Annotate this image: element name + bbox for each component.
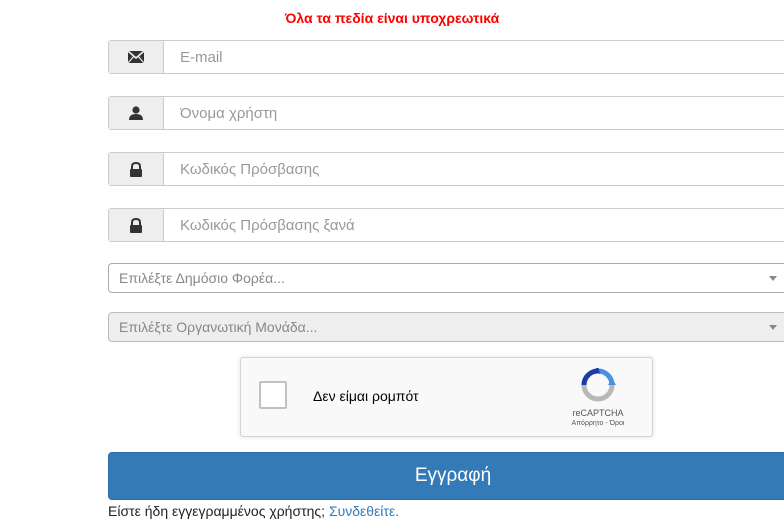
email-input[interactable] [164, 41, 784, 73]
lock-icon [109, 209, 164, 241]
public-body-select[interactable]: Επιλέξτε Δημόσιο Φορέα... [108, 263, 784, 293]
envelope-icon [109, 41, 164, 73]
password-field-group [108, 152, 784, 186]
public-body-select-value: Επιλέξτε Δημόσιο Φορέα... [119, 270, 285, 286]
org-unit-select-value: Επιλέξτε Οργανωτική Μονάδα... [119, 319, 318, 335]
username-field-group [108, 96, 784, 130]
login-prompt: Είστε ήδη εγγεγραμμένος χρήστης; Συνδεθε… [108, 503, 399, 519]
user-icon [109, 97, 164, 129]
chevron-down-icon [769, 325, 777, 330]
username-input[interactable] [164, 97, 784, 129]
recaptcha-checkbox[interactable] [259, 381, 287, 409]
chevron-down-icon [769, 276, 777, 281]
password-input[interactable] [164, 153, 784, 185]
login-prompt-text: Είστε ήδη εγγεγραμμένος χρήστης; [108, 503, 326, 519]
email-field-group [108, 40, 784, 74]
password-confirm-field-group [108, 208, 784, 242]
required-fields-notice: Όλα τα πεδία είναι υποχρεωτικά [284, 10, 500, 26]
recaptcha-label: Δεν είμαι ρομπότ [313, 388, 419, 404]
lock-icon [109, 153, 164, 185]
recaptcha-logo-icon [581, 368, 616, 402]
password-confirm-input[interactable] [164, 209, 784, 241]
login-link[interactable]: Συνδεθείτε. [329, 503, 399, 519]
recaptcha-widget: Δεν είμαι ρομπότ reCAPTCHA Απόρρητο - Όρ… [240, 357, 653, 437]
recaptcha-privacy-terms-link[interactable]: Απόρρητο - Όροι [541, 420, 655, 427]
org-unit-select[interactable]: Επιλέξτε Οργανωτική Μονάδα... [108, 312, 784, 342]
register-button[interactable]: Εγγραφή [108, 452, 784, 500]
recaptcha-brand: reCAPTCHA [572, 408, 624, 418]
